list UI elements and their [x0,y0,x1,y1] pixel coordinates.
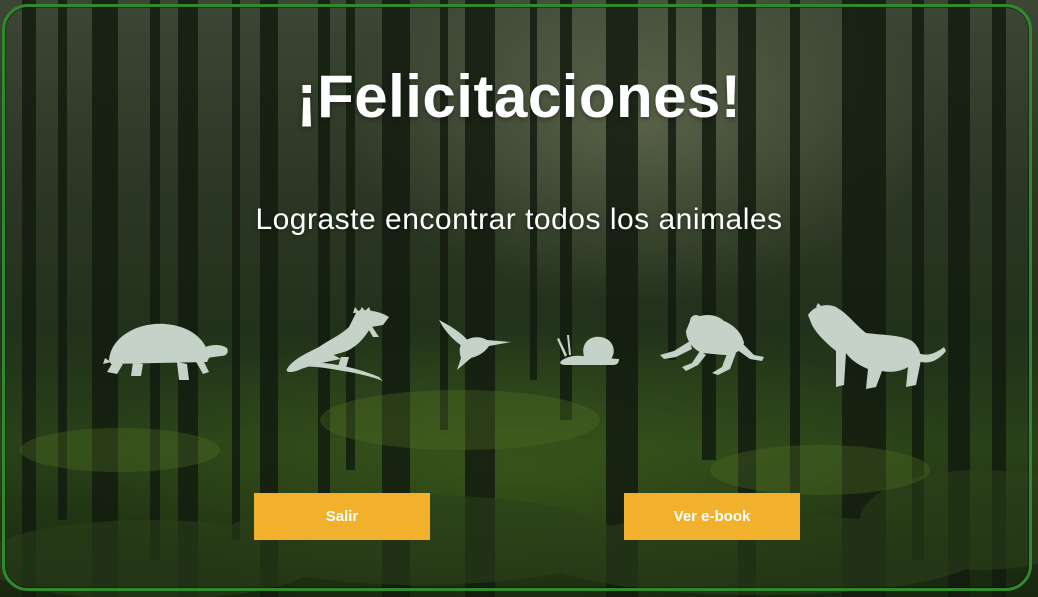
view-ebook-button[interactable]: Ver e-book [624,493,800,540]
forest-background: ¡Felicitaciones! Lograste encontrar todo… [0,0,1038,597]
frog-icon [660,315,764,375]
turtle-icon [103,323,228,380]
snail-icon [557,335,619,365]
exit-button[interactable]: Salir [254,493,430,540]
jaguar-icon [808,303,946,389]
hummingbird-icon [439,320,511,370]
iguana-icon [286,307,389,381]
completion-message: Lograste encontrar todos los animales [255,203,783,236]
congratulations-title: ¡Felicitaciones! [296,63,742,130]
